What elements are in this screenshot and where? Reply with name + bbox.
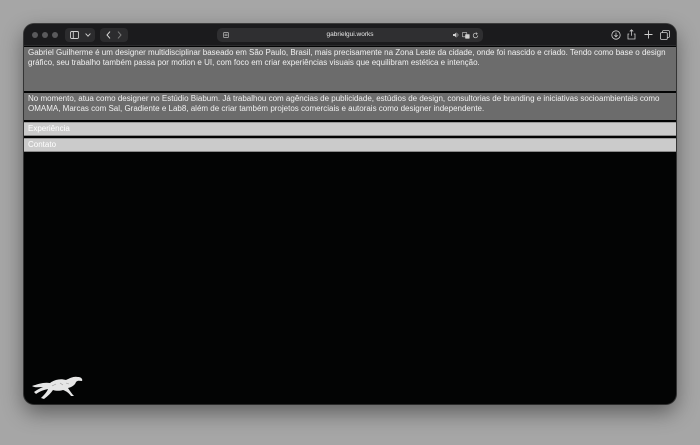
forward-icon[interactable] [117,31,122,39]
minimize-window-button[interactable] [42,32,48,38]
browser-toolbar: gabrielgui.works [24,24,676,46]
bio-paragraph-2: No momento, atua como designer no Estúdi… [24,93,676,120]
web-page: Gabriel Guilherme é um designer multidis… [24,46,676,404]
speaker-icon[interactable] [453,32,460,38]
section-contact-label[interactable]: Contato [28,140,56,149]
back-icon[interactable] [106,31,111,39]
reload-icon[interactable] [472,31,479,39]
browser-window: gabrielgui.works Gabriel Guilherme é um … [24,24,676,404]
share-icon[interactable] [627,29,636,40]
translate-icon[interactable] [462,31,470,39]
sidebar-toggle-button[interactable] [65,28,95,42]
bio-text-1: Gabriel Guilherme é um designer multidis… [28,48,666,67]
horse-logo-icon [32,376,83,399]
zoom-window-button[interactable] [52,32,58,38]
section-contact[interactable]: Contato [24,138,676,152]
tabs-overview-icon[interactable] [660,30,670,40]
sidebar-toggle-icon [70,31,79,39]
download-icon[interactable] [611,30,621,40]
bio-text-2: No momento, atua como designer no Estúdi… [28,94,660,113]
bio-paragraph-1: Gabriel Guilherme é um designer multidis… [24,47,676,91]
url-text[interactable]: gabrielgui.works [217,28,483,42]
section-experience-label[interactable]: Experiência [28,124,70,133]
new-tab-icon[interactable] [644,30,653,39]
address-bar[interactable]: gabrielgui.works [217,28,483,42]
close-window-button[interactable] [32,32,38,38]
section-experience[interactable]: Experiência [24,122,676,136]
chevron-down-icon [85,33,91,37]
navigation-buttons [100,28,128,42]
